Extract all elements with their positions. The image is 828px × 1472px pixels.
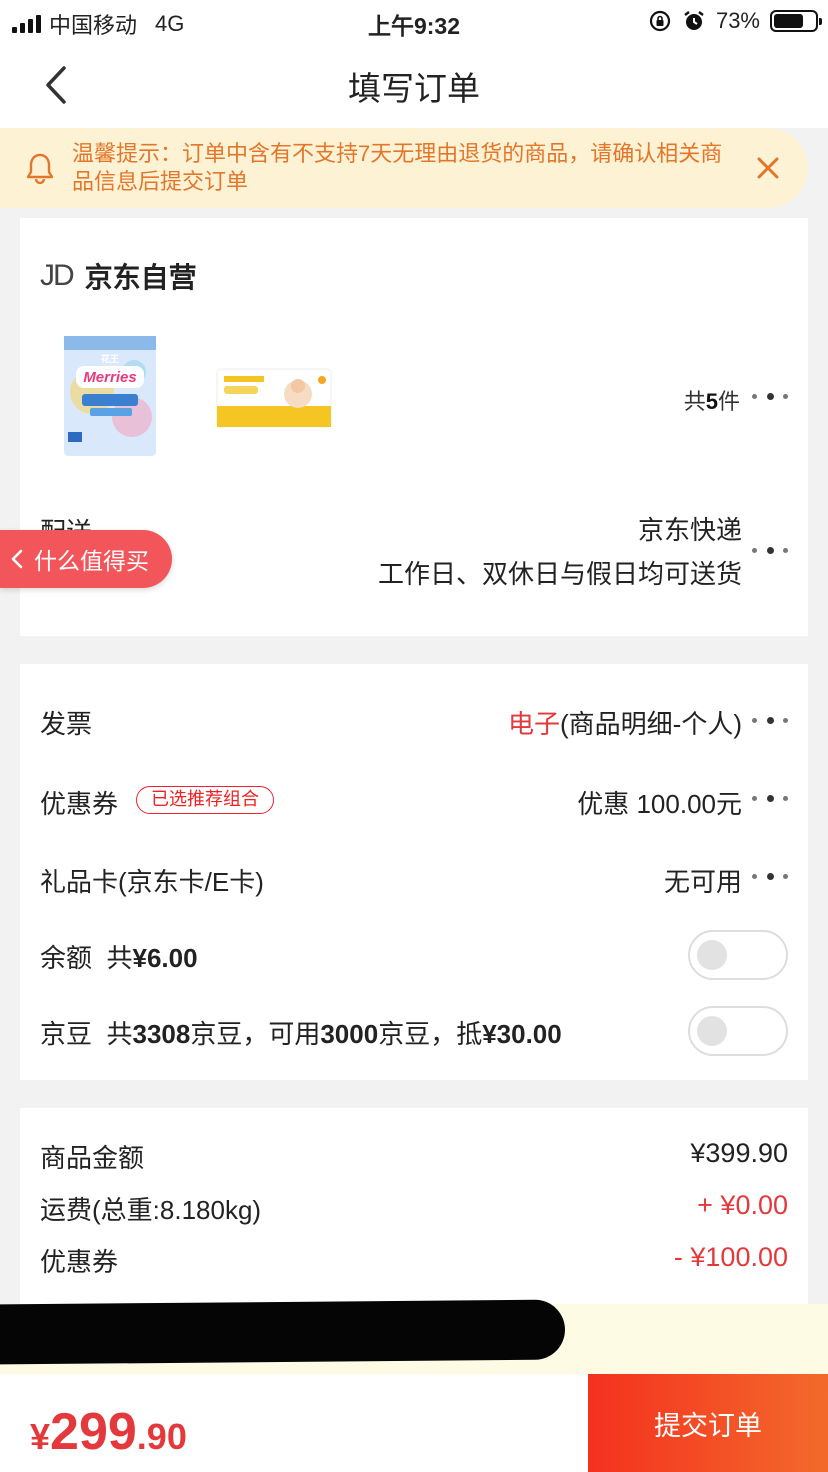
chevron-left-icon bbox=[11, 549, 23, 569]
checkout-bar: ¥ 299 .90 提交订单 bbox=[0, 1374, 828, 1472]
invoice-detail: (商品明细-个人) bbox=[560, 709, 742, 739]
alarm-icon bbox=[684, 11, 704, 30]
goods-amount-value: ¥399.90 bbox=[690, 1138, 788, 1168]
invoice-type: 电子 bbox=[508, 709, 561, 739]
jingdou-row: 京豆 共3308京豆，可用3000京豆，抵¥30.00 bbox=[40, 1014, 562, 1051]
notice-text: 温馨提示：订单中含有不支持7天无理由退货的商品，请确认相关商品信息后提交订单 bbox=[72, 141, 723, 194]
page-title: 填写订单 bbox=[348, 70, 480, 107]
wipes-pack-image[interactable] bbox=[216, 368, 332, 428]
coupon-value[interactable]: 优惠 100.00元 bbox=[577, 784, 742, 821]
nav-bar: 填写订单 bbox=[0, 42, 828, 128]
jingdou-toggle[interactable] bbox=[688, 1006, 788, 1056]
smzdm-floating-tag[interactable]: 什么值得买 bbox=[0, 530, 172, 588]
coupon-badge: 已选推荐组合 bbox=[136, 786, 274, 814]
diaper-pack-image[interactable]: Merries 花王 bbox=[62, 332, 158, 458]
coupon-summary-value: - ¥100.00 bbox=[673, 1242, 788, 1272]
shipping-value: + ¥0.00 bbox=[697, 1190, 788, 1220]
gift-card-label: 礼品卡(京东卡/E卡) bbox=[40, 867, 264, 897]
item-count-suffix: 件 bbox=[717, 389, 740, 414]
jingdou-deduct: ¥30.00 bbox=[482, 1019, 562, 1049]
more-icon[interactable] bbox=[752, 392, 788, 400]
jingdou-label: 京豆 bbox=[40, 1019, 93, 1049]
total-currency: ¥ bbox=[30, 1416, 51, 1457]
redacted-address bbox=[0, 1299, 566, 1365]
close-icon[interactable] bbox=[754, 154, 782, 182]
order-options-card: 发票 电子(商品明细-个人) 优惠券 已选推荐组合 优惠 100.00元 礼品卡… bbox=[20, 664, 808, 1080]
invoice-label: 发票 bbox=[40, 709, 93, 739]
total-integer: 299 bbox=[50, 1403, 137, 1461]
battery-icon bbox=[770, 10, 822, 32]
shop-name: 京东自营 bbox=[84, 262, 197, 293]
balance-prefix: 共 bbox=[106, 943, 133, 973]
floating-tag-label: 什么值得买 bbox=[34, 548, 149, 574]
orientation-lock-icon bbox=[649, 10, 671, 32]
balance-row: 余额 共¥6.00 bbox=[40, 938, 198, 975]
item-count-prefix: 共 bbox=[683, 389, 706, 414]
bell-icon bbox=[26, 153, 54, 184]
more-icon[interactable] bbox=[752, 716, 788, 724]
delivery-method[interactable]: 京东快递 bbox=[638, 510, 742, 547]
svg-text:花王: 花王 bbox=[101, 353, 119, 365]
battery-percent: 73% bbox=[715, 8, 760, 33]
shop-header: JD 京东自营 bbox=[40, 256, 197, 296]
goods-amount-label: 商品金额 bbox=[40, 1143, 145, 1173]
balance-amount: ¥6.00 bbox=[132, 943, 198, 973]
more-icon[interactable] bbox=[752, 546, 788, 554]
price-summary-card: 商品金额 ¥399.90 运费(总重:8.180kg) + ¥0.00 优惠券 … bbox=[20, 1108, 808, 1308]
shipping-label: 运费(总重:8.180kg) bbox=[40, 1195, 262, 1225]
total-decimal: .90 bbox=[136, 1416, 187, 1457]
item-count[interactable]: 共5件 bbox=[684, 384, 740, 416]
svg-text:Merries: Merries bbox=[83, 369, 136, 386]
notice-banner: 温馨提示：订单中含有不支持7天无理由退货的商品，请确认相关商品信息后提交订单 bbox=[0, 128, 808, 208]
submit-order-button[interactable]: 提交订单 bbox=[588, 1374, 828, 1472]
jingdou-total: 3308 bbox=[132, 1019, 191, 1049]
item-count-number: 5 bbox=[705, 389, 718, 414]
invoice-value[interactable]: 电子(商品明细-个人) bbox=[508, 704, 742, 741]
jingdou-text: 共 bbox=[106, 1019, 133, 1049]
jd-logo: JD bbox=[40, 259, 75, 292]
coupon-label: 优惠券 bbox=[40, 789, 119, 819]
balance-label: 余额 bbox=[40, 943, 93, 973]
total-price: ¥ 299 .90 bbox=[30, 1402, 187, 1462]
delivery-schedule[interactable]: 工作日、双休日与假日均可送货 bbox=[378, 554, 742, 591]
status-right: 73% bbox=[648, 8, 822, 34]
gift-card-value[interactable]: 无可用 bbox=[664, 862, 742, 899]
jingdou-text: 京豆，可用 bbox=[190, 1019, 321, 1049]
more-icon[interactable] bbox=[752, 794, 788, 802]
status-bar: 中国移动 4G 上午9:32 73% bbox=[0, 0, 828, 42]
balance-toggle[interactable] bbox=[688, 930, 788, 980]
jingdou-text: 京豆，抵 bbox=[378, 1019, 483, 1049]
more-icon[interactable] bbox=[752, 872, 788, 880]
coupon-summary-label: 优惠券 bbox=[40, 1247, 119, 1277]
jingdou-usable: 3000 bbox=[320, 1019, 379, 1049]
